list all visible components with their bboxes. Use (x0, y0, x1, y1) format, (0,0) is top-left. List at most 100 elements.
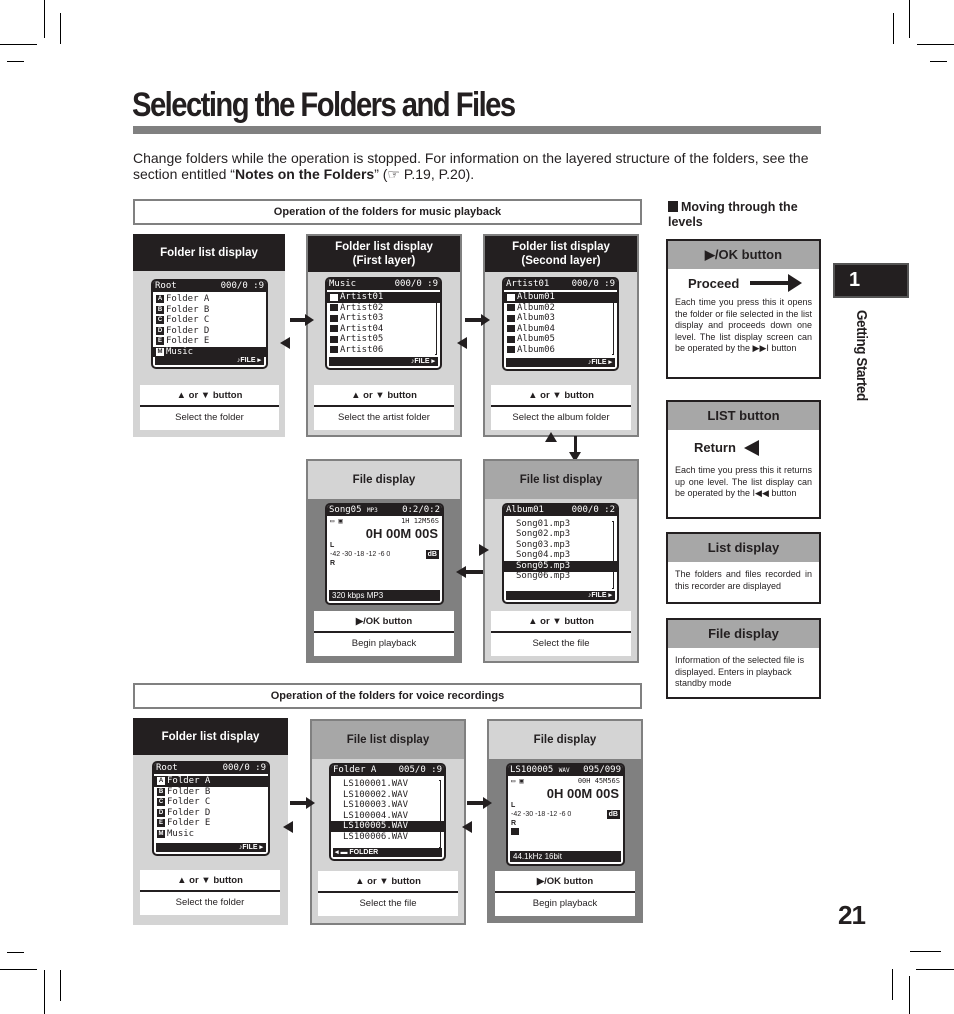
screen-title: Music (329, 279, 357, 289)
list-item[interactable]: Song02.mp3 (504, 529, 617, 541)
panel-header: Folder list display (133, 718, 288, 755)
list-item-label: Music (167, 828, 195, 839)
folder-icon (507, 293, 515, 301)
list-item-label: Folder E (167, 818, 211, 828)
list-item[interactable]: E Folder E (154, 818, 268, 829)
list-item-label: LS100003.WAV (343, 800, 409, 810)
panel-header-line2: (Second layer) (521, 255, 601, 267)
screen-footer: ◂ ▬ FOLDER (333, 848, 442, 857)
screen-title: Root (156, 763, 178, 773)
list-item[interactable]: C Folder C (153, 315, 266, 326)
return-arrow-icon (280, 337, 290, 349)
screen-counter: 005/0 :9 (398, 765, 442, 775)
action-label: Begin playback (532, 898, 598, 909)
list-item[interactable]: Album05 (504, 334, 617, 345)
box-title: ▶/OK button (668, 241, 819, 269)
folder-icon (330, 325, 338, 333)
list-item-label: Song06.mp3 (516, 571, 571, 582)
crop-mark (917, 44, 954, 45)
list-item[interactable]: Artist06 (327, 345, 440, 356)
folder-icon: E (156, 337, 164, 346)
screen-title: Album01 (506, 505, 544, 515)
status-row: ▭ ▣ 00H 45M56S (508, 776, 623, 786)
list-item[interactable]: Song01.mp3 (504, 519, 617, 530)
chapter-number-tab: 1 (833, 263, 909, 298)
device-screen: Song05 MP3 0:2/0:2 ▭ ▣ 1H 12M56S 0H 00M 00… (325, 503, 444, 605)
list-item-label: Artist02 (340, 302, 384, 313)
box-text: Each time you press this it returns up o… (675, 465, 812, 498)
list-item[interactable]: C Folder C (154, 797, 268, 808)
scrollbar (612, 295, 614, 355)
list-item-label: Song05.mp3 (516, 560, 571, 571)
list-item[interactable]: A Folder A (153, 294, 266, 305)
list-item[interactable]: LS100005.WAV (331, 821, 444, 832)
list-item-label: LS100004.WAV (343, 810, 409, 821)
list-item-label: Album04 (517, 323, 555, 334)
page-number: 21 (838, 900, 866, 930)
device-screen: Folder A 005/0 :9 LS100001.WAV LS100002.WA… (329, 763, 446, 861)
list-item[interactable]: Artist02 (327, 303, 440, 314)
device-screen: Artist01 000/0 :9 Album01 Album02 Album03 Al… (502, 277, 619, 371)
list-item[interactable]: Album04 (504, 324, 617, 335)
list-item[interactable]: Artist01 (327, 292, 440, 303)
list-item[interactable]: Song06.mp3 (504, 571, 617, 583)
folder-icon: B (156, 305, 164, 314)
list-item[interactable]: Song05.mp3 (504, 561, 617, 572)
list-item[interactable]: A Folder A (154, 776, 268, 787)
list-item[interactable]: LS100001.WAV (331, 779, 444, 790)
instruction-box: ▲ or ▼ button Select the folder (140, 385, 279, 430)
button-label: ▲ or ▼ button (140, 385, 279, 407)
list-item[interactable]: LS100003.WAV (331, 800, 444, 811)
voice-file-display-panel: File display LS100005 WAV 095/099 ▭ ▣ 00H … (487, 719, 643, 923)
list-item[interactable]: LS100002.WAV (331, 790, 444, 801)
list-item[interactable]: M Music (154, 829, 268, 840)
return-arrow-icon (283, 821, 293, 833)
panel-header: Folder list display (133, 234, 285, 271)
list-item[interactable]: Song04.mp3 (504, 550, 617, 562)
list-item[interactable]: Song03.mp3 (504, 540, 617, 551)
folder-icon (330, 314, 338, 322)
list-item[interactable]: Artist05 (327, 334, 440, 345)
proceed-arrow-icon (479, 544, 489, 556)
list-item[interactable]: Album06 (504, 345, 617, 356)
list-item[interactable]: LS100004.WAV (331, 811, 444, 822)
crop-mark (7, 61, 24, 62)
file-display-info-box: File display Information of the selected… (666, 618, 821, 699)
list-item[interactable]: Artist03 (327, 313, 440, 324)
button-label: ▲ or ▼ button (491, 611, 631, 633)
list-item[interactable]: Album02 (504, 303, 617, 314)
intro-link-text: Notes on the Folders (234, 166, 375, 182)
list-item-label: Folder C (167, 797, 211, 807)
file-name: LS100005 (510, 765, 554, 775)
screen-header: Song05 MP3 0:2/0:2 (327, 505, 442, 516)
box-text: Information of the selected file is disp… (675, 655, 805, 688)
list-item[interactable]: Album03 (504, 313, 617, 324)
screen-counter: 000/0 :9 (222, 763, 266, 773)
instruction-box: ▶/OK button Begin playback (495, 871, 635, 916)
list-button-info-box: LIST button Return Each time you press t… (666, 400, 821, 519)
format-badge: MP3 (366, 507, 378, 514)
list-item-label: LS100001.WAV (343, 779, 409, 789)
box-text: Each time you press this it opens the fo… (675, 297, 812, 353)
list-item[interactable]: D Folder D (153, 326, 266, 337)
device-screen: LS100005 WAV 095/099 ▭ ▣ 00H 45M56S 0H 00M… (506, 763, 625, 866)
list-item[interactable]: Artist04 (327, 324, 440, 335)
list-item[interactable]: E Folder E (153, 336, 266, 347)
list-item-label: Album05 (517, 334, 555, 344)
list-item[interactable]: LS100006.WAV (331, 832, 444, 843)
list-item-label: Folder B (166, 304, 210, 315)
list-item[interactable]: B Folder B (153, 305, 266, 316)
screen-footer: 44.1kHz 16bit (510, 851, 621, 862)
crop-mark (44, 970, 45, 1014)
folder-icon (330, 335, 338, 343)
list-item[interactable]: Album01 (504, 292, 617, 303)
folder-icon (507, 304, 515, 312)
folder-icon (330, 346, 338, 354)
list-item[interactable]: B Folder B (154, 787, 268, 798)
instruction-box: ▶/OK button Begin playback (314, 611, 454, 656)
list-item[interactable]: D Folder D (154, 808, 268, 819)
scrollbar (439, 780, 441, 848)
instruction-box: ▲ or ▼ button Select the folder (140, 870, 280, 915)
folder-icon: M (156, 347, 164, 356)
button-label: ▲ or ▼ button (140, 870, 280, 892)
